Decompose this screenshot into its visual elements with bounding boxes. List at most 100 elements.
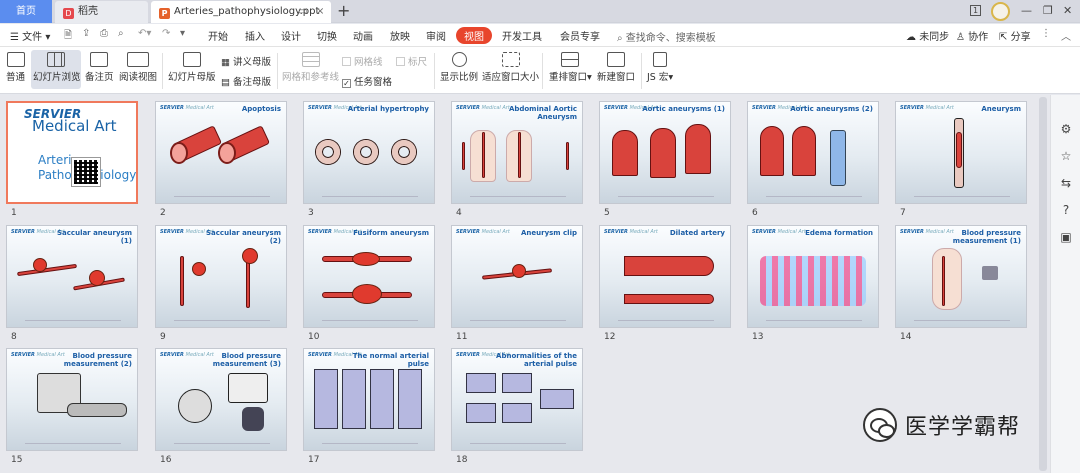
new-tab-button[interactable]: +	[337, 1, 350, 21]
slide-thumbnail[interactable]: SERVIER Medical Art Apoptosis	[155, 101, 287, 204]
slide-footer	[25, 320, 121, 321]
slide-thumbnail[interactable]: SERVIER Medical Art Dilated artery	[599, 225, 731, 328]
collaborate-label: 协作	[968, 32, 989, 43]
search-box[interactable]: ⌕ 查找命令、搜索模板	[617, 29, 716, 44]
new-window-button[interactable]: 新建窗口	[597, 52, 635, 83]
slide-thumbnail[interactable]: SERVIER Medical Art Fusiform aneurysm	[303, 225, 435, 328]
user-icon: ♙	[956, 32, 965, 43]
menu-member[interactable]: 会员专享	[560, 28, 600, 43]
slide-illustration	[566, 142, 569, 170]
menu-insert[interactable]: 插入	[245, 28, 265, 43]
slide-brand: SERVIER Medical Art	[456, 229, 510, 235]
print-icon[interactable]: ⎙	[100, 28, 108, 39]
slide-thumbnail[interactable]: SERVIER Medical Art Abdominal Aortic Aneu…	[451, 101, 583, 204]
image-icon[interactable]: ▣	[1059, 231, 1073, 243]
slide-illustration	[462, 142, 465, 170]
menu-slideshow[interactable]: 放映	[390, 28, 410, 43]
slide-thumbnail[interactable]: SERVIER Medical Art Blood pressure measur…	[6, 348, 138, 451]
task-pane-checkbox[interactable]: ✓ 任务窗格	[342, 74, 392, 88]
slide-thumbnail[interactable]: SERVIER Medical Art Abnormalities of the …	[451, 348, 583, 451]
minimize-icon[interactable]: —	[1021, 4, 1032, 17]
ribbon-view: 普通 幻灯片浏览 备注页 阅读视图 幻灯片母版 ▦ 讲义母版 ▤ 备注母版 网格…	[0, 47, 1080, 94]
normal-view-button[interactable]: 普通	[6, 52, 25, 83]
avatar[interactable]	[991, 2, 1010, 21]
slide-title: Blood pressure measurement (2)	[63, 352, 132, 368]
slide-illustration	[624, 256, 714, 276]
slide-brand-name: SERVIER	[604, 105, 628, 111]
slide-illustration	[518, 132, 521, 178]
handout-icon: ▦	[221, 57, 230, 68]
slide-title: Dilated artery	[669, 229, 725, 237]
slide-master-button[interactable]: 幻灯片母版	[168, 52, 216, 83]
slide-thumbnail[interactable]: SERVIER Medical Art The normal arterial p…	[303, 348, 435, 451]
settings-sliders-icon[interactable]: ⚙	[1059, 123, 1073, 135]
slide-thumbnail[interactable]: SERVIER Medical Art Saccular aneurysm (2)	[155, 225, 287, 328]
monitor-icon[interactable]: ▭	[298, 1, 307, 22]
slide-title: Blood pressure measurement (3)	[212, 352, 281, 368]
switch-icon[interactable]: ⇆	[1059, 177, 1073, 189]
menu-developer[interactable]: 开发工具	[502, 28, 542, 43]
menu-transition[interactable]: 切换	[317, 28, 337, 43]
notes-page-label: 备注页	[85, 72, 114, 83]
arrange-windows-button[interactable]: 重排窗口▾	[549, 52, 592, 83]
vertical-scrollbar[interactable]	[1039, 97, 1047, 471]
slide-illustration	[650, 128, 676, 178]
fit-window-icon	[501, 52, 520, 67]
window-count-badge[interactable]: 1	[970, 5, 982, 16]
slide-thumbnail[interactable]: SERVIERMedical ArtArteries Pathophysiolo…	[6, 101, 138, 204]
slide-thumbnail[interactable]: SERVIER Medical Art Aortic aneurysms (2)	[747, 101, 879, 204]
slide-illustration	[33, 258, 47, 272]
slide-number: 14	[900, 332, 912, 342]
slide-thumbnail[interactable]: SERVIER Medical Art Saccular aneurysm (1)	[6, 225, 138, 328]
slide-thumbnail[interactable]: SERVIER Medical Art Aneurysm	[895, 101, 1027, 204]
more-options-icon[interactable]: ⋮	[1041, 28, 1051, 39]
menu-file[interactable]: ☰ 文件 ▾	[10, 28, 50, 43]
slide-thumbnail[interactable]: SERVIER Medical Art Arterial hypertrophy	[303, 101, 435, 204]
js-macro-button[interactable]: JS 宏▾	[647, 52, 673, 83]
reading-view-button[interactable]: 阅读视图	[119, 52, 157, 83]
preview-icon[interactable]: ⌕	[118, 28, 124, 39]
sync-status[interactable]: ☁ 未同步	[906, 28, 949, 43]
slide-thumbnail[interactable]: SERVIER Medical Art Blood pressure measur…	[895, 225, 1027, 328]
tab-daoke[interactable]: D 稻壳	[55, 1, 148, 23]
slide-thumbnail[interactable]: SERVIER Medical Art Edema formation	[747, 225, 879, 328]
redo-icon[interactable]: ↷	[162, 28, 170, 39]
slide-illustration	[502, 373, 532, 393]
slide-illustration	[89, 270, 105, 286]
more-icon[interactable]: ▾	[180, 28, 185, 39]
help-icon[interactable]: ?	[1059, 204, 1073, 216]
menu-start[interactable]: 开始	[208, 28, 228, 43]
handout-master-button[interactable]: ▦ 讲义母版	[221, 54, 271, 68]
slide-sorter-button[interactable]: 幻灯片浏览	[31, 50, 81, 89]
slide-brand-name: SERVIER	[752, 105, 776, 111]
undo-icon[interactable]: ↶▾	[138, 28, 151, 39]
save-icon[interactable]: 🗎	[64, 28, 72, 45]
close-window-icon[interactable]: ✕	[1063, 4, 1072, 17]
restore-icon[interactable]: ❐	[1043, 4, 1053, 17]
export-icon[interactable]: ⇪	[82, 28, 90, 39]
share-button[interactable]: ⇱ 分享	[999, 28, 1031, 43]
normal-view-label: 普通	[6, 72, 26, 83]
slide-thumbnail[interactable]: SERVIER Medical Art Blood pressure measur…	[155, 348, 287, 451]
zoom-button[interactable]: 显示比例	[440, 52, 478, 83]
menu-review[interactable]: 审阅	[426, 28, 446, 43]
close-tab-icon[interactable]: ×	[316, 1, 324, 22]
slide-thumbnail[interactable]: SERVIER Medical Art Aortic aneurysms (1)	[599, 101, 731, 204]
notes-page-button[interactable]: 备注页	[85, 52, 114, 83]
menu-view[interactable]: 视图	[456, 27, 492, 44]
slide-footer	[766, 196, 862, 197]
slide-title: Aneurysm clip	[520, 229, 577, 237]
grid-guides-button: 网格和参考线	[282, 52, 339, 83]
slide-thumbnail[interactable]: SERVIER Medical Art Aneurysm clip	[451, 225, 583, 328]
tab-home[interactable]: 首页	[0, 0, 52, 23]
slide-illustration	[942, 256, 945, 306]
collaborate-button[interactable]: ♙ 协作	[956, 28, 988, 43]
slide-title: Edema formation	[805, 229, 873, 237]
notes-master-button[interactable]: ▤ 备注母版	[221, 74, 271, 88]
tab-document[interactable]: P Arteries_pathophysiology.ppt ▭ ×	[151, 1, 331, 23]
fit-window-button[interactable]: 适应窗口大小	[482, 52, 539, 83]
menu-animation[interactable]: 动画	[353, 28, 373, 43]
collapse-ribbon-icon[interactable]: ︿	[1061, 28, 1071, 43]
menu-design[interactable]: 设计	[281, 28, 301, 43]
star-icon[interactable]: ☆	[1059, 150, 1073, 162]
